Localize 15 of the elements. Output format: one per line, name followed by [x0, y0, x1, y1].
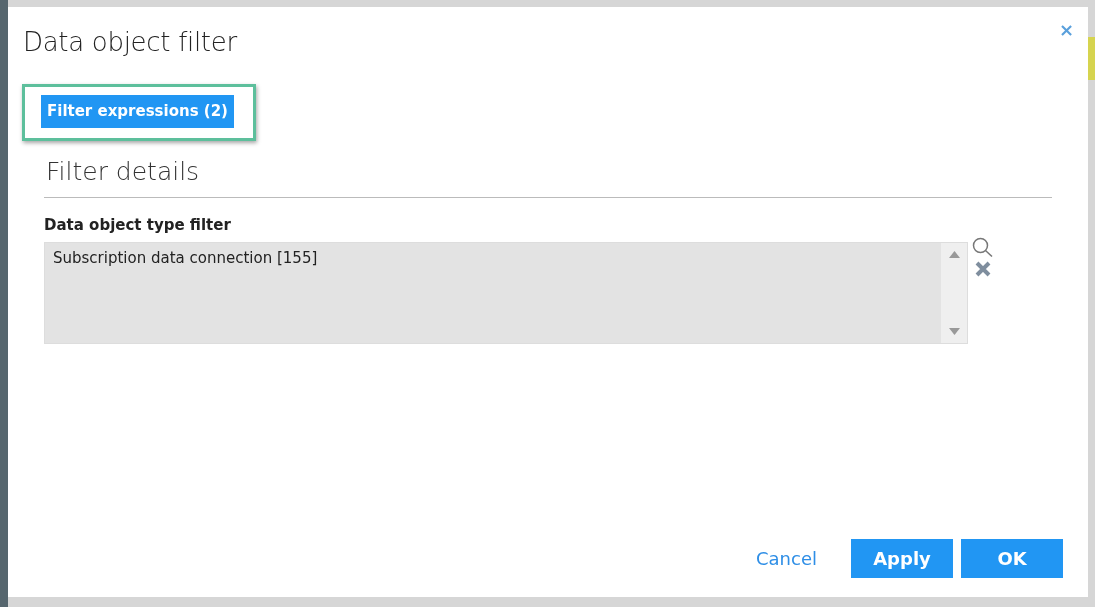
close-button[interactable]: × [1058, 21, 1074, 39]
scroll-bar[interactable] [941, 243, 967, 343]
cancel-link[interactable]: Cancel [750, 539, 823, 578]
filter-tab[interactable]: Filter expressions (2) [41, 95, 234, 128]
dialog-button[interactable]: OK [961, 539, 1063, 578]
dialog-button[interactable]: Apply [851, 539, 953, 578]
field-label: Data object type filter [44, 214, 232, 236]
scroll-down-icon[interactable] [948, 328, 960, 335]
background-marker [1088, 37, 1095, 80]
scroll-up-icon[interactable] [948, 251, 960, 258]
clear-icon[interactable] [975, 261, 991, 277]
text-area[interactable]: Subscription data connection [155] [44, 242, 968, 344]
section-heading: Filter details [46, 156, 201, 188]
dialog-title: Data object filter [23, 26, 237, 59]
search-icon[interactable] [972, 237, 993, 257]
